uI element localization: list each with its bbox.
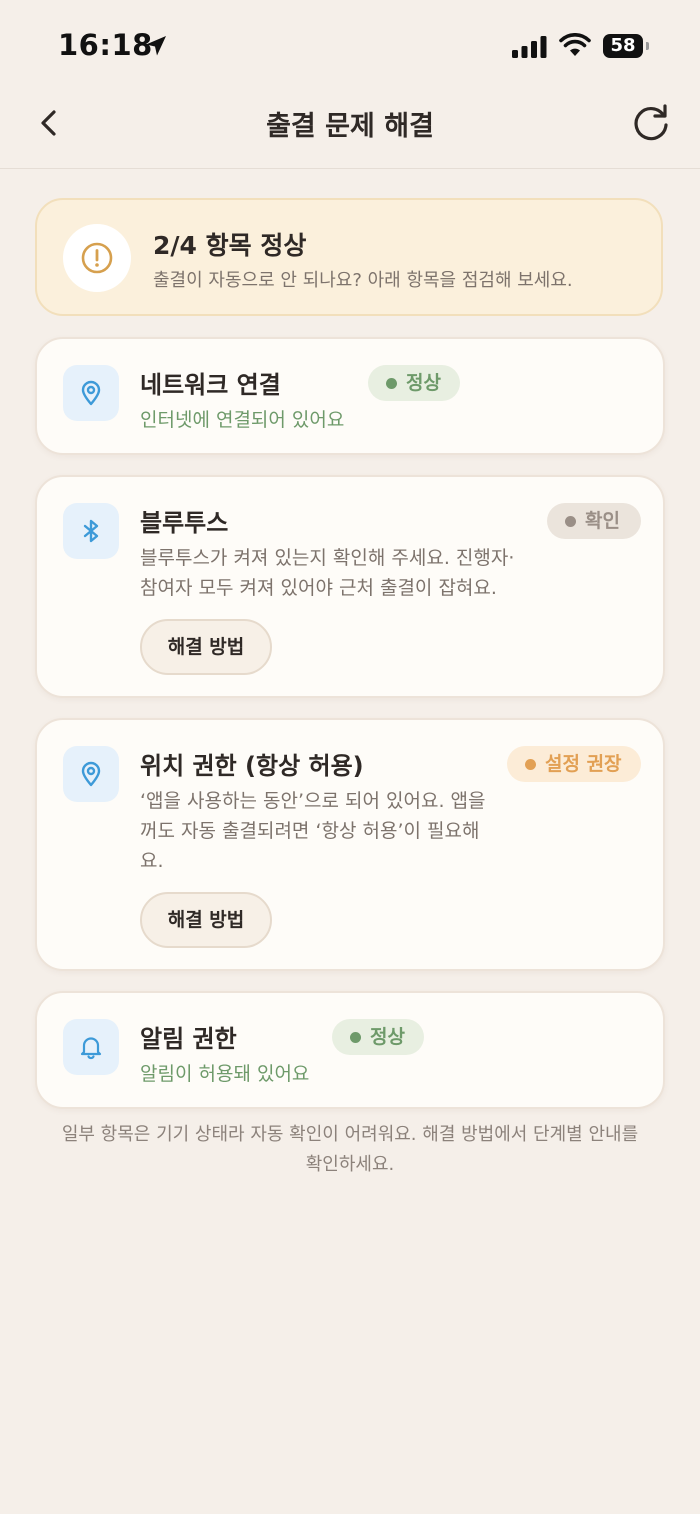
- status-bar: 16:18 58: [0, 0, 700, 92]
- how-to-fix-button[interactable]: 해결 방법: [140, 619, 272, 675]
- footnote-line: 확인하세요.: [305, 1154, 395, 1175]
- refresh-icon[interactable]: [628, 100, 674, 146]
- page-title: 출결 문제 해결: [266, 111, 434, 142]
- status-time: 16:18: [58, 28, 153, 62]
- item-icon-box: [63, 746, 119, 802]
- status-badge-label: 정상: [406, 372, 441, 394]
- summary-banner: 2/4 항목 정상 출결이 자동으로 안 되나요? 아래 항목을 점검해 보세요…: [35, 198, 663, 316]
- location-pin-icon: [81, 380, 101, 406]
- back-chevron-icon[interactable]: [28, 102, 72, 146]
- status-dot: [565, 516, 576, 527]
- status-badge-label: 설정 권장: [545, 753, 622, 775]
- item-description-line: 참여자 모두 켜져 있어야 근처 출결이 잡혀요.: [140, 577, 497, 599]
- status-badge: 정상: [332, 1019, 424, 1055]
- footnote-line: 일부 항목은 기기 상태라 자동 확인이 어려워요. 해결 방법에서 단계별 안…: [61, 1124, 639, 1145]
- how-to-fix-button[interactable]: 해결 방법: [140, 892, 272, 948]
- location-pin-icon: [81, 761, 101, 787]
- battery-icon: 58: [603, 34, 643, 58]
- bluetooth-icon: [83, 519, 99, 543]
- alert-circle-icon: [81, 242, 113, 274]
- footnote: 일부 항목은 기기 상태라 자동 확인이 어려워요. 해결 방법에서 단계별 안…: [30, 1120, 670, 1180]
- status-badge-label: 확인: [585, 510, 620, 532]
- item-description-line: 블루투스가 켜져 있는지 확인해 주세요. 진행자·: [140, 547, 515, 569]
- item-description: 블루투스가 켜져 있는지 확인해 주세요. 진행자· 참여자 모두 켜져 있어야…: [140, 543, 580, 603]
- cellular-signal-icon: [512, 36, 547, 58]
- summary-subtitle: 출결이 자동으로 안 되나요? 아래 항목을 점검해 보세요.: [153, 270, 573, 291]
- status-dot: [386, 378, 397, 389]
- item-icon-box: [63, 503, 119, 559]
- status-badge: 확인: [547, 503, 641, 539]
- item-description-line: 꺼도 자동 출결되려면 ‘항상 허용’이 필요해: [140, 820, 480, 842]
- battery-level: 58: [610, 35, 636, 56]
- item-description-line: 요.: [140, 850, 164, 872]
- check-item-notification-permission: 알림 권한 알림이 허용돼 있어요 정상: [35, 991, 665, 1109]
- location-arrow-icon: [146, 36, 166, 56]
- status-dot: [525, 759, 536, 770]
- summary-icon-circle: [63, 224, 131, 292]
- item-description-line: ‘앱을 사용하는 동안’으로 되어 있어요. 앱을: [140, 790, 486, 812]
- item-icon-box: [63, 365, 119, 421]
- item-title: 블루투스: [140, 509, 229, 537]
- status-badge: 설정 권장: [507, 746, 641, 782]
- item-description: 알림이 허용돼 있어요: [140, 1063, 310, 1085]
- item-title: 알림 권한: [140, 1025, 237, 1053]
- check-item-location-permission: 위치 권한 (항상 허용) ‘앱을 사용하는 동안’으로 되어 있어요. 앱을 …: [35, 718, 665, 971]
- item-description: 인터넷에 연결되어 있어요: [140, 409, 345, 431]
- summary-title: 2/4 항목 정상: [153, 231, 307, 260]
- item-title: 네트워크 연결: [140, 371, 281, 399]
- status-badge-label: 정상: [370, 1026, 405, 1048]
- status-badge: 정상: [368, 365, 460, 401]
- battery-cap: [646, 42, 649, 50]
- check-item-network: 네트워크 연결 인터넷에 연결되어 있어요 정상: [35, 337, 665, 455]
- status-dot: [350, 1032, 361, 1043]
- item-icon-box: [63, 1019, 119, 1075]
- nav-bar: 출결 문제 해결: [0, 92, 700, 169]
- check-item-bluetooth: 블루투스 블루투스가 켜져 있는지 확인해 주세요. 진행자· 참여자 모두 켜…: [35, 475, 665, 698]
- bell-icon: [80, 1037, 102, 1060]
- item-title: 위치 권한 (항상 허용): [140, 752, 364, 780]
- wifi-icon: [559, 33, 591, 56]
- item-description: ‘앱을 사용하는 동안’으로 되어 있어요. 앱을 꺼도 자동 출결되려면 ‘항…: [140, 786, 500, 876]
